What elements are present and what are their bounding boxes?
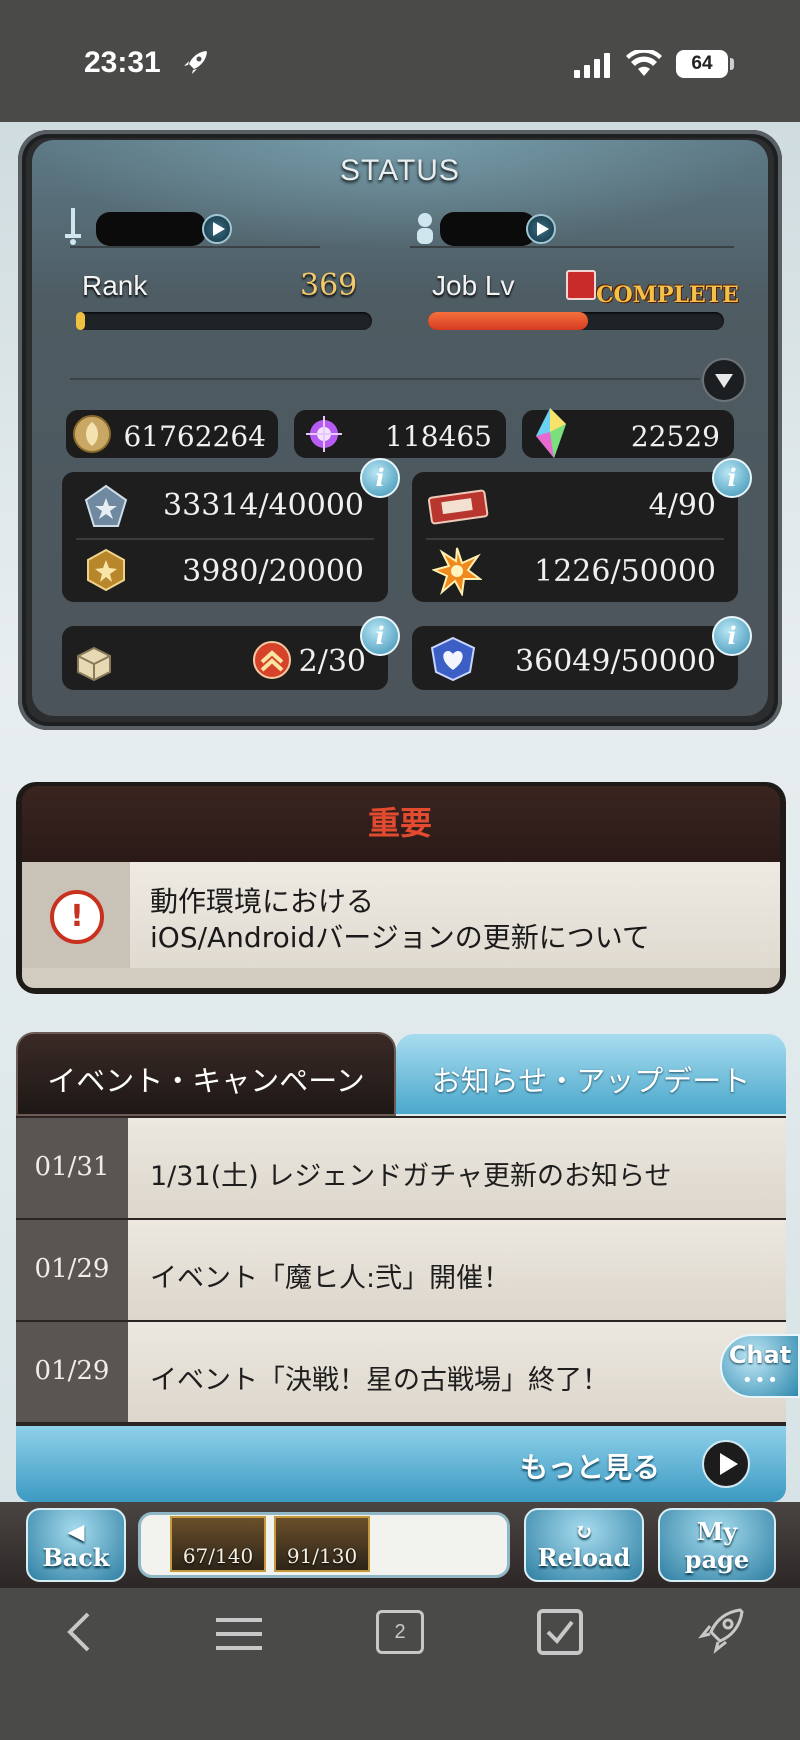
exclamation-icon: ! bbox=[50, 890, 104, 944]
more-link[interactable]: もっと見る bbox=[520, 1446, 660, 1486]
explosion-value: 1226/50000 bbox=[534, 554, 716, 589]
mypage-label-2: page bbox=[684, 1545, 750, 1574]
rank-label: Rank bbox=[82, 270, 148, 301]
silver-pentagon-icon bbox=[84, 484, 128, 527]
rank-progress-bar bbox=[76, 312, 372, 330]
back-arrow-icon: ◀ bbox=[67, 1519, 85, 1545]
info-button-3[interactable]: i bbox=[360, 616, 400, 656]
chat-dots: ••• bbox=[742, 1370, 780, 1391]
status-title: STATUS bbox=[340, 154, 460, 187]
expand-status-button[interactable] bbox=[702, 358, 746, 402]
player-name-redacted bbox=[96, 212, 206, 246]
battery-indicator: 64 bbox=[676, 50, 728, 78]
heart-gem-icon bbox=[430, 636, 476, 682]
mypage-label-1: My bbox=[696, 1517, 738, 1546]
job-complete-badge: COMPLETE bbox=[596, 282, 739, 308]
important-title: 重要 bbox=[367, 804, 432, 842]
gold-hexagon-icon bbox=[87, 548, 125, 592]
crate-icon bbox=[77, 646, 111, 682]
rainbow-crystal-value: 22529 bbox=[630, 420, 720, 453]
character-name-button[interactable] bbox=[526, 214, 556, 244]
more-arrow-button[interactable] bbox=[702, 1440, 750, 1488]
important-footer bbox=[22, 968, 780, 988]
info-button-1[interactable]: i bbox=[360, 458, 400, 498]
news-date: 01/29 bbox=[34, 1356, 110, 1386]
ticket-value: 4/90 bbox=[648, 488, 716, 523]
rupie-coin-icon bbox=[73, 415, 111, 453]
tab-news-updates-label: お知らせ・アップデート bbox=[431, 1064, 751, 1098]
news-date: 01/29 bbox=[34, 1254, 110, 1284]
gold-value: 3980/20000 bbox=[182, 554, 364, 589]
mypage-button[interactable]: My page bbox=[658, 1508, 776, 1582]
heart-value: 36049/50000 bbox=[515, 644, 716, 679]
news-title: イベント「決戦！星の古戦場」終了！ bbox=[150, 1365, 609, 1396]
job-hammer-icon bbox=[566, 270, 596, 300]
job-progress-fill bbox=[428, 312, 588, 330]
news-title: イベント「魔ヒ人:弐」開催！ bbox=[150, 1263, 511, 1294]
menu-icon[interactable] bbox=[216, 1614, 262, 1654]
clock: 23:31 bbox=[84, 46, 161, 79]
reload-icon: ↻ bbox=[574, 1519, 594, 1545]
sword-icon bbox=[65, 208, 81, 245]
back-label: Back bbox=[42, 1543, 110, 1572]
name-underline bbox=[70, 246, 320, 248]
stat-box-divider-2 bbox=[426, 538, 724, 540]
crate-value: 2/30 bbox=[298, 644, 366, 679]
news-date: 01/31 bbox=[34, 1152, 110, 1182]
job-level-label: Job Lv bbox=[432, 270, 515, 301]
ios-status-bar: 23:31 64 bbox=[0, 0, 800, 122]
character-icon bbox=[417, 213, 433, 244]
checkbox-icon[interactable] bbox=[536, 1608, 584, 1656]
important-text-line2: iOS/Androidバージョンの更新について bbox=[150, 921, 650, 954]
stat-box-divider bbox=[76, 538, 374, 540]
crystal-orb-icon bbox=[306, 416, 342, 452]
more-bar bbox=[16, 1426, 786, 1502]
character-name-redacted bbox=[440, 212, 536, 246]
bp-value: 91/130 bbox=[286, 1544, 358, 1568]
reload-label: Reload bbox=[537, 1543, 631, 1572]
silver-value: 33314/40000 bbox=[163, 488, 364, 523]
player-name-button[interactable] bbox=[202, 214, 232, 244]
ap-value: 67/140 bbox=[182, 1544, 254, 1568]
tabs-button[interactable]: 2 bbox=[376, 1610, 424, 1654]
name-underline-2 bbox=[410, 246, 734, 248]
status-divider bbox=[70, 378, 700, 380]
rupie-value: 61762264 bbox=[123, 420, 266, 453]
important-text-line1: 動作環境における bbox=[150, 885, 375, 918]
wifi-icon bbox=[626, 50, 662, 76]
back-button[interactable]: ◀ Back bbox=[26, 1508, 126, 1582]
info-button-2[interactable]: i bbox=[712, 458, 752, 498]
info-button-4[interactable]: i bbox=[712, 616, 752, 656]
rainbow-crystal-icon bbox=[536, 408, 566, 458]
rocket-icon bbox=[184, 51, 207, 74]
battery-tip bbox=[730, 58, 734, 70]
job-progress-bar bbox=[428, 312, 724, 330]
explosion-icon bbox=[432, 547, 482, 596]
reload-button[interactable]: ↻ Reload bbox=[524, 1508, 644, 1582]
tab-events-campaigns-label: イベント・キャンペーン bbox=[47, 1064, 365, 1098]
news-title: 1/31(土) レジェンドガチャ更新のお知らせ bbox=[150, 1161, 672, 1192]
chevron-left-icon[interactable] bbox=[64, 1610, 94, 1654]
cellular-signal-icon bbox=[574, 53, 610, 78]
rank-progress-fill bbox=[76, 312, 85, 330]
rocket-icon[interactable] bbox=[696, 1606, 746, 1656]
ticket-icon bbox=[428, 489, 489, 525]
rank-up-chevron-icon bbox=[253, 641, 291, 679]
rank-value: 369 bbox=[300, 268, 358, 303]
crystal-value: 118465 bbox=[385, 420, 492, 453]
